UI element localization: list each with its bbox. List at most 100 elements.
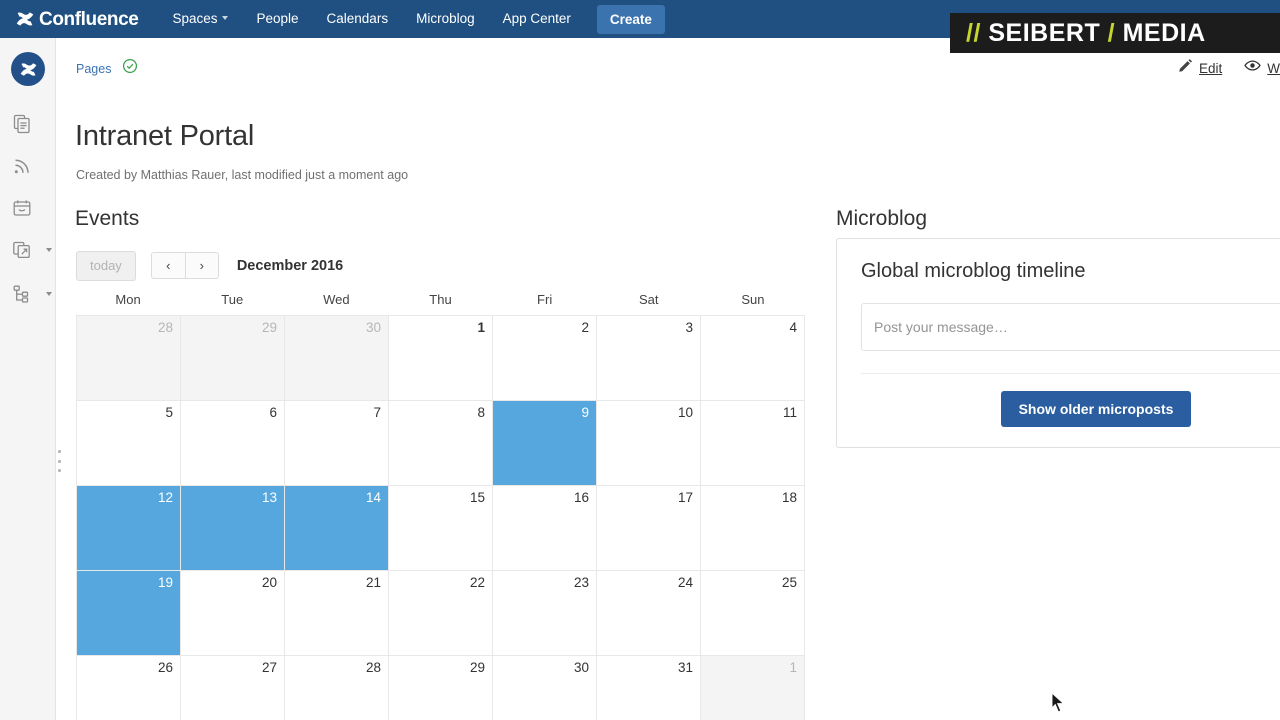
- sidebar-item-page-tree[interactable]: [12, 279, 44, 309]
- calendar-day-number: 24: [677, 575, 693, 590]
- calendar-day-cell[interactable]: 10: [597, 401, 701, 486]
- calendar-day-cell[interactable]: 15: [389, 486, 493, 571]
- watermark-slashes: //: [966, 18, 981, 47]
- drag-handle-icon[interactable]: [55, 450, 64, 472]
- calendar-day-cell[interactable]: 23: [493, 571, 597, 656]
- edit-button[interactable]: Edit: [1178, 58, 1222, 78]
- page-metadata: Created by Matthias Rauer, last modified…: [76, 168, 409, 182]
- calendar-day-cell[interactable]: 11: [701, 401, 805, 486]
- calendar-week-row: 28 29 30 1 2 3 4: [77, 316, 805, 401]
- calendar-day-cell[interactable]: 28: [285, 656, 389, 720]
- chevron-down-icon: [222, 16, 229, 21]
- calendar-day-cell[interactable]: 6: [181, 401, 285, 486]
- nav-item-app-center[interactable]: App Center: [489, 0, 585, 38]
- calendar-day-cell[interactable]: 26: [77, 656, 181, 720]
- show-older-microposts-button[interactable]: Show older microposts: [1000, 391, 1192, 427]
- calendar-day-cell[interactable]: 20: [181, 571, 285, 656]
- calendar-day-number: 26: [157, 660, 173, 675]
- weekday-wed: Wed: [323, 292, 350, 307]
- weekday-thu: Thu: [429, 292, 452, 307]
- calendar-day-cell[interactable]: 25: [701, 571, 805, 656]
- weekday-tue: Tue: [221, 292, 244, 307]
- calendar-day-cell[interactable]: 31: [597, 656, 701, 720]
- calendar-day-cell[interactable]: 22: [389, 571, 493, 656]
- calendar-day-cell[interactable]: 3: [597, 316, 701, 401]
- nav-item-spaces[interactable]: Spaces: [158, 0, 242, 38]
- calendar-day-cell[interactable]: 29: [181, 316, 285, 401]
- watermark-text: // SEIBERT / MEDIA: [966, 19, 1206, 48]
- post-message-input[interactable]: [861, 303, 1280, 351]
- main-content: Pages Edit W Intranet Portal Created by …: [56, 38, 1280, 720]
- calendar-day-cell[interactable]: 9: [493, 401, 597, 486]
- calendar-day-cell[interactable]: 8: [389, 401, 493, 486]
- microblog-divider: [861, 373, 1280, 374]
- calendar-day-number: 22: [469, 575, 485, 590]
- calendar-day-cell[interactable]: 2: [493, 316, 597, 401]
- calendar-day-number: 29: [469, 660, 485, 675]
- calendar-day-cell[interactable]: 12: [77, 486, 181, 571]
- calendar-day-cell[interactable]: 7: [285, 401, 389, 486]
- sidebar-item-shortcuts[interactable]: [12, 235, 44, 265]
- calendar-day-cell[interactable]: 29: [389, 656, 493, 720]
- watch-button[interactable]: W: [1244, 59, 1280, 77]
- calendar-weekday-header: Mon Tue Wed Thu Fri Sat Sun: [76, 292, 805, 315]
- calendar-day-number: 21: [365, 575, 381, 590]
- calendar-day-number: 7: [373, 405, 381, 420]
- blog-rss-icon: [12, 156, 32, 176]
- calendar-day-number: 29: [261, 320, 277, 335]
- confluence-brand-text: Confluence: [39, 8, 139, 30]
- nav-item-people[interactable]: People: [242, 0, 312, 38]
- calendar-icon: [12, 198, 32, 218]
- calendar-day-cell[interactable]: 1: [389, 316, 493, 401]
- page-tree-icon: [12, 284, 32, 304]
- nav-item-spaces-label: Spaces: [172, 11, 218, 26]
- calendar-day-cell[interactable]: 17: [597, 486, 701, 571]
- nav-item-calendars[interactable]: Calendars: [313, 0, 403, 38]
- shortcuts-chevron-down-icon[interactable]: [44, 245, 54, 255]
- nav-item-microblog[interactable]: Microblog: [402, 0, 489, 38]
- calendar-day-cell[interactable]: 19: [77, 571, 181, 656]
- calendar-day-number: 15: [469, 490, 485, 505]
- calendar-day-cell[interactable]: 1: [701, 656, 805, 720]
- calendar-day-cell[interactable]: 16: [493, 486, 597, 571]
- page-actions: Edit W: [1178, 58, 1280, 78]
- calendar-day-cell[interactable]: 4: [701, 316, 805, 401]
- weekday-fri: Fri: [537, 292, 553, 307]
- space-logo-icon[interactable]: [11, 52, 45, 86]
- calendar-day-cell[interactable]: 28: [77, 316, 181, 401]
- previous-month-button[interactable]: ‹: [150, 252, 185, 280]
- calendar-day-number: 27: [261, 660, 277, 675]
- calendar-day-number: 8: [477, 405, 485, 420]
- create-button[interactable]: Create: [596, 4, 665, 34]
- calendar-day-number: 12: [157, 490, 173, 505]
- edit-label: Edit: [1198, 60, 1223, 76]
- page-tree-chevron-down-icon[interactable]: [44, 289, 54, 299]
- calendar-day-number: 20: [261, 575, 277, 590]
- calendar-day-cell[interactable]: 18: [701, 486, 805, 571]
- microblog-panel-heading: Global microblog timeline: [861, 260, 1086, 282]
- next-month-button[interactable]: ›: [184, 252, 219, 280]
- calendar-week-row: 19 20 21 22 23 24 25: [77, 571, 805, 656]
- shortcuts-icon: [12, 240, 32, 260]
- sidebar-item-calendars[interactable]: [12, 193, 44, 223]
- calendar-day-cell[interactable]: 24: [597, 571, 701, 656]
- calendar-day-cell[interactable]: 21: [285, 571, 389, 656]
- calendar-day-cell[interactable]: 27: [181, 656, 285, 720]
- sidebar-item-pages[interactable]: [12, 109, 44, 139]
- calendar-week-row: 5 6 7 8 9 10 11: [77, 401, 805, 486]
- calendar-nav-group: ‹ ›: [150, 252, 219, 280]
- eye-icon: [1244, 59, 1261, 77]
- breadcrumb-item-pages[interactable]: Pages: [76, 62, 111, 76]
- calendar-day-number: 1: [789, 660, 797, 675]
- calendar-day-cell[interactable]: 5: [77, 401, 181, 486]
- calendar-day-cell[interactable]: 30: [493, 656, 597, 720]
- sidebar-item-blog[interactable]: [12, 151, 44, 181]
- calendar-day-number: 23: [573, 575, 589, 590]
- calendar-day-number: 17: [677, 490, 693, 505]
- confluence-logo-icon: [14, 8, 36, 30]
- calendar-day-cell[interactable]: 30: [285, 316, 389, 401]
- today-button[interactable]: today: [76, 251, 136, 281]
- calendar-day-cell[interactable]: 13: [181, 486, 285, 571]
- confluence-brand[interactable]: Confluence: [14, 8, 139, 30]
- calendar-day-cell[interactable]: 14: [285, 486, 389, 571]
